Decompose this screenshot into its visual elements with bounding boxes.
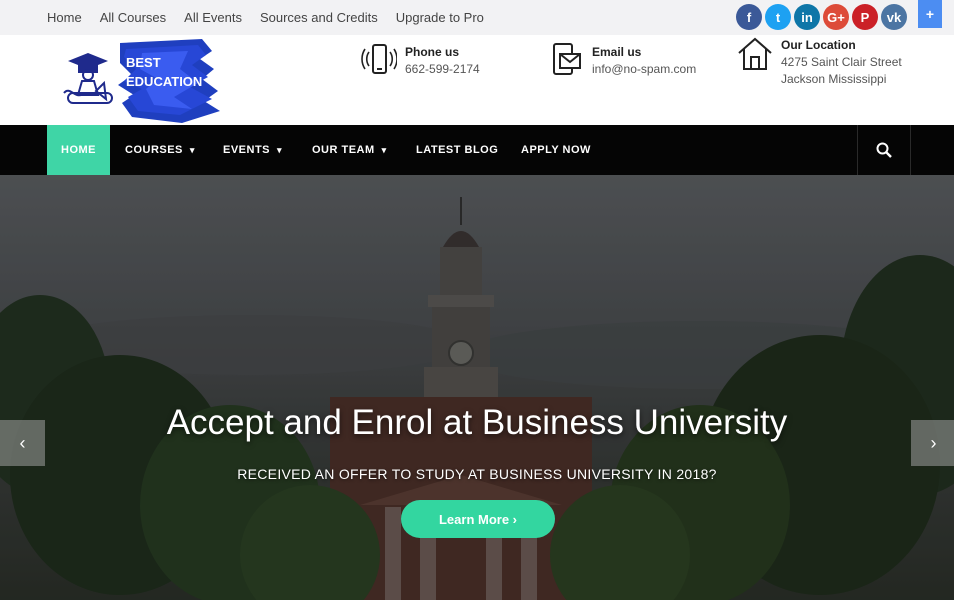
contact-location: Our Location 4275 Saint Clair Street Jac… (737, 35, 902, 86)
plus-button[interactable]: + (918, 0, 942, 28)
search-icon (876, 142, 892, 158)
top-bar: Home All Courses All Events Sources and … (0, 0, 954, 35)
nav-label-apply-now: APPLY NOW (521, 144, 591, 156)
social-links: f t in G+ Pvk (736, 4, 910, 30)
logo-graphic: BEST EDUCATION (63, 39, 220, 123)
email-icon (553, 43, 581, 75)
chevron-down-icon: ▾ (381, 144, 387, 155)
googleplus-icon[interactable]: G+ (823, 4, 849, 30)
pinterest-icon[interactable]: P (852, 4, 878, 30)
nav-label-our-team: OUR TEAM (312, 144, 375, 156)
location-street: 4275 Saint Clair Street (781, 55, 902, 69)
hero-title: Accept and Enrol at Business University (166, 403, 788, 442)
location-title: Our Location (781, 38, 856, 52)
main-nav: HOME COURSES ▾ EVENTS ▾ OUR TEAM ▾ LATES… (0, 125, 954, 175)
top-link-sources-credits[interactable]: Sources and Credits (260, 10, 378, 25)
learn-more-button[interactable]: Learn More › (401, 500, 555, 538)
facebook-icon[interactable]: f (736, 4, 762, 30)
contact-phone: Phone us 662-599-2174 (361, 42, 480, 78)
hero-slider: ‹ › Accept and Enrol at Business Univers… (0, 175, 954, 600)
nav-item-courses[interactable]: COURSES ▾ (125, 125, 195, 175)
vk-icon[interactable]: vk (881, 4, 907, 30)
top-links: Home All Courses All Events Sources and … (47, 0, 502, 35)
nav-item-home[interactable]: HOME (47, 125, 110, 175)
chevron-down-icon: ▾ (277, 144, 283, 155)
nav-label-events: EVENTS (223, 144, 271, 156)
search-button[interactable] (858, 125, 910, 175)
top-link-home[interactable]: Home (47, 10, 82, 25)
phone-icon (361, 44, 397, 74)
linkedin-icon[interactable]: in (794, 4, 820, 30)
home-icon (738, 37, 772, 70)
nav-item-our-team[interactable]: OUR TEAM ▾ (312, 125, 387, 175)
nav-label-latest-blog: LATEST BLOG (416, 144, 499, 156)
nav-item-events[interactable]: EVENTS ▾ (223, 125, 282, 175)
site-logo[interactable]: BEST EDUCATION (62, 39, 222, 123)
nav-divider (910, 125, 911, 175)
nav-label-home: HOME (61, 144, 96, 156)
nav-item-apply-now[interactable]: APPLY NOW (521, 125, 591, 175)
nav-item-latest-blog[interactable]: LATEST BLOG (416, 125, 498, 175)
site-header: BEST EDUCATION Phone us 662-599-2174 Ema… (0, 35, 954, 125)
twitter-icon[interactable]: t (765, 4, 791, 30)
phone-number[interactable]: 662-599-2174 (405, 62, 480, 76)
top-link-all-courses[interactable]: All Courses (100, 10, 166, 25)
phone-title: Phone us (405, 45, 460, 59)
email-title: Email us (592, 45, 642, 59)
hero-subtitle: RECEIVED AN OFFER TO STUDY AT BUSINESS U… (237, 466, 717, 482)
nav-label-courses: COURSES (125, 144, 183, 156)
location-city: Jackson Mississippi (781, 72, 887, 86)
email-address[interactable]: info@no-spam.com (592, 62, 696, 76)
chevron-down-icon: ▾ (189, 144, 195, 155)
logo-text-best: BEST (126, 55, 161, 70)
top-link-upgrade-pro[interactable]: Upgrade to Pro (396, 10, 484, 25)
logo-text-education: EDUCATION (126, 74, 202, 89)
contact-email: Email us info@no-spam.com (548, 42, 696, 78)
top-link-all-events[interactable]: All Events (184, 10, 242, 25)
